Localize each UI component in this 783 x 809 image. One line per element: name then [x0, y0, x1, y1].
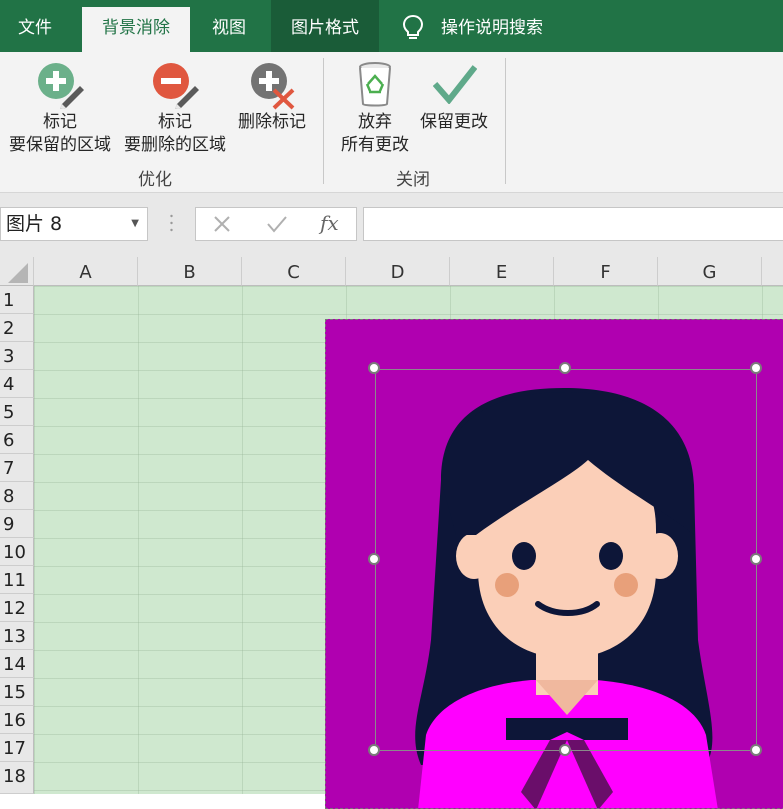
column-header-f[interactable]: F [554, 257, 658, 286]
keep-changes-button[interactable]: 保留更改 [414, 111, 494, 134]
row-header[interactable]: 13 [0, 622, 34, 650]
discard-label-line2: 所有更改 [341, 135, 409, 155]
row-header[interactable]: 11 [0, 566, 34, 594]
column-header-e[interactable]: E [450, 257, 554, 286]
column-header-b[interactable]: B [138, 257, 242, 286]
mark-remove-label-line1: 标记 [158, 112, 192, 132]
row-header[interactable]: 3 [0, 342, 34, 370]
mark-areas-to-remove-button[interactable]: 标记 要删除的区域 [119, 111, 231, 157]
mark-keep-label-line1: 标记 [43, 112, 77, 132]
resize-handle-bottom-left[interactable] [368, 744, 380, 756]
select-all-corner[interactable] [0, 257, 34, 286]
row-header[interactable]: 10 [0, 538, 34, 566]
chevron-down-icon[interactable]: ▼ [131, 208, 139, 240]
ribbon-separator [505, 58, 506, 184]
formula-actions: fx [195, 207, 357, 241]
delete-mark-button[interactable]: 删除标记 [234, 111, 310, 134]
resize-handle-bottom[interactable] [559, 744, 571, 756]
lightbulb-icon[interactable] [400, 14, 426, 46]
tab-picture-format[interactable]: 图片格式 [271, 0, 379, 52]
row-header[interactable]: 7 [0, 454, 34, 482]
ribbon-tab-bar: 文件 背景消除 视图 图片格式 操作说明搜索 [0, 0, 783, 52]
row-header[interactable]: 9 [0, 510, 34, 538]
mark-keep-icon [36, 62, 86, 114]
row-header[interactable]: 4 [0, 370, 34, 398]
resize-handle-bottom-right[interactable] [750, 744, 762, 756]
column-header-g[interactable]: G [658, 257, 762, 286]
row-header[interactable]: 1 [0, 286, 34, 314]
resize-handle-top-left[interactable] [368, 362, 380, 374]
mark-remove-label-line2: 要删除的区域 [124, 135, 226, 155]
resize-handle-left[interactable] [368, 553, 380, 565]
ribbon: 标记 要保留的区域 标记 要删除的区域 删除标记 优化 放弃 所有更改 保留更改… [0, 52, 783, 193]
row-header[interactable]: 12 [0, 594, 34, 622]
formula-input[interactable] [363, 207, 783, 241]
row-header[interactable]: 15 [0, 678, 34, 706]
row-header[interactable]: 2 [0, 314, 34, 342]
column-header-d[interactable]: D [346, 257, 450, 286]
tell-me-search[interactable]: 操作说明搜索 [435, 7, 571, 52]
name-box-value: 图片 8 [6, 213, 63, 235]
delete-mark-icon [249, 62, 299, 114]
discard-label-line1: 放弃 [358, 112, 392, 132]
group-label-refine: 优化 [138, 170, 172, 190]
row-header[interactable]: 14 [0, 650, 34, 678]
row-header[interactable]: 5 [0, 398, 34, 426]
recycle-bin-icon [357, 62, 393, 112]
tab-file[interactable]: 文件 [0, 7, 70, 52]
cancel-icon[interactable] [212, 214, 232, 238]
enter-check-icon[interactable] [266, 214, 288, 238]
group-label-close: 关闭 [396, 170, 430, 190]
selection-frame [375, 369, 757, 751]
mark-keep-label-line2: 要保留的区域 [9, 135, 111, 155]
keep-changes-label: 保留更改 [420, 112, 488, 132]
tab-view[interactable]: 视图 [200, 7, 258, 52]
row-header[interactable]: 6 [0, 426, 34, 454]
resize-handle-top-right[interactable] [750, 362, 762, 374]
checkmark-icon [432, 64, 478, 108]
column-header-h[interactable] [762, 257, 783, 286]
insert-function-icon[interactable]: fx [320, 211, 339, 235]
row-header[interactable]: 16 [0, 706, 34, 734]
delete-mark-label: 删除标记 [238, 112, 306, 132]
column-header-a[interactable]: A [34, 257, 138, 286]
resize-handle-top[interactable] [559, 362, 571, 374]
formula-bar: 图片 8 ▼ fx [0, 193, 783, 257]
name-box[interactable]: 图片 8 ▼ [0, 207, 148, 241]
tab-background-removal[interactable]: 背景消除 [82, 7, 190, 52]
discard-all-changes-button[interactable]: 放弃 所有更改 [336, 111, 414, 157]
mark-remove-icon [151, 62, 201, 114]
drag-handle-icon[interactable] [170, 213, 173, 233]
column-header-c[interactable]: C [242, 257, 346, 286]
mark-areas-to-keep-button[interactable]: 标记 要保留的区域 [4, 111, 116, 157]
row-header[interactable]: 17 [0, 734, 34, 762]
picture-8[interactable] [325, 319, 783, 809]
row-header[interactable]: 8 [0, 482, 34, 510]
resize-handle-right[interactable] [750, 553, 762, 565]
row-header[interactable]: 18 [0, 762, 34, 794]
ribbon-separator [323, 58, 324, 184]
